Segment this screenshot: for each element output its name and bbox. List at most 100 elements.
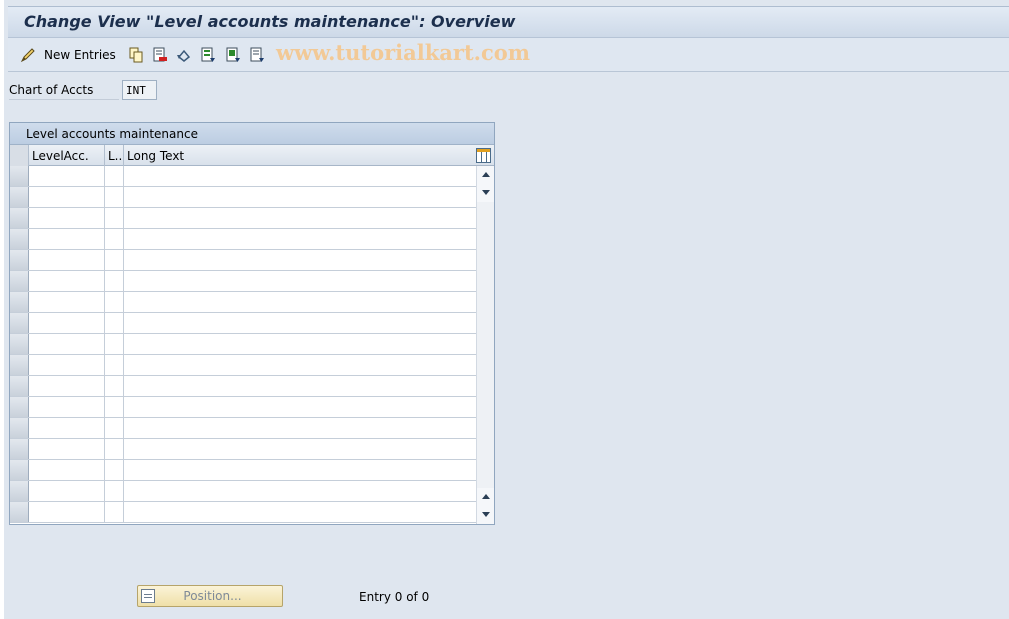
copy-icon[interactable] bbox=[128, 47, 144, 63]
table-settings-icon[interactable] bbox=[476, 148, 491, 163]
cell-long-text[interactable] bbox=[124, 250, 476, 270]
row-select-button[interactable] bbox=[10, 208, 29, 228]
cell-long-text[interactable] bbox=[124, 439, 476, 459]
row-select-button[interactable] bbox=[10, 166, 29, 186]
cell-l[interactable] bbox=[105, 313, 124, 333]
row-select-button[interactable] bbox=[10, 439, 29, 459]
row-select-button[interactable] bbox=[10, 292, 29, 312]
cell-levelacc[interactable] bbox=[29, 397, 105, 417]
cell-long-text[interactable] bbox=[124, 397, 476, 417]
position-icon bbox=[141, 589, 155, 603]
delete-icon[interactable] bbox=[152, 47, 168, 63]
cell-long-text[interactable] bbox=[124, 376, 476, 396]
position-button[interactable]: Position... bbox=[137, 585, 283, 607]
table-title: Level accounts maintenance bbox=[10, 123, 494, 145]
scroll-down-button[interactable] bbox=[477, 184, 494, 201]
cell-long-text[interactable] bbox=[124, 271, 476, 291]
position-button-label: Position... bbox=[183, 589, 242, 603]
cell-levelacc[interactable] bbox=[29, 502, 105, 522]
table-rows bbox=[10, 166, 476, 523]
column-header-levelacc[interactable]: LevelAcc. bbox=[29, 145, 105, 166]
cell-long-text[interactable] bbox=[124, 208, 476, 228]
cell-l[interactable] bbox=[105, 187, 124, 207]
cell-l[interactable] bbox=[105, 418, 124, 438]
cell-l[interactable] bbox=[105, 250, 124, 270]
cell-l[interactable] bbox=[105, 292, 124, 312]
cell-long-text[interactable] bbox=[124, 313, 476, 333]
deselect-all-icon[interactable] bbox=[249, 47, 265, 63]
cell-levelacc[interactable] bbox=[29, 481, 105, 501]
cell-levelacc[interactable] bbox=[29, 439, 105, 459]
table-row bbox=[10, 166, 476, 187]
cell-l[interactable] bbox=[105, 166, 124, 186]
select-all-icon[interactable] bbox=[200, 47, 216, 63]
cell-levelacc[interactable] bbox=[29, 292, 105, 312]
cell-l[interactable] bbox=[105, 334, 124, 354]
cell-l[interactable] bbox=[105, 481, 124, 501]
vertical-scrollbar[interactable] bbox=[476, 166, 494, 524]
row-select-button[interactable] bbox=[10, 376, 29, 396]
row-select-button[interactable] bbox=[10, 334, 29, 354]
cell-long-text[interactable] bbox=[124, 292, 476, 312]
cell-levelacc[interactable] bbox=[29, 418, 105, 438]
cell-levelacc[interactable] bbox=[29, 355, 105, 375]
cell-long-text[interactable] bbox=[124, 502, 476, 522]
scroll-up-button[interactable] bbox=[477, 166, 494, 183]
scroll-page-down-button[interactable] bbox=[477, 506, 494, 523]
column-header-l[interactable]: L.. bbox=[105, 145, 124, 166]
cell-l[interactable] bbox=[105, 502, 124, 522]
cell-levelacc[interactable] bbox=[29, 208, 105, 228]
cell-levelacc[interactable] bbox=[29, 229, 105, 249]
cell-l[interactable] bbox=[105, 229, 124, 249]
row-select-button[interactable] bbox=[10, 250, 29, 270]
cell-levelacc[interactable] bbox=[29, 313, 105, 333]
scroll-page-up-button[interactable] bbox=[477, 488, 494, 505]
cell-l[interactable] bbox=[105, 271, 124, 291]
cell-long-text[interactable] bbox=[124, 355, 476, 375]
cell-l[interactable] bbox=[105, 397, 124, 417]
table-row bbox=[10, 439, 476, 460]
column-header-long-text[interactable]: Long Text bbox=[124, 145, 476, 166]
cell-long-text[interactable] bbox=[124, 460, 476, 480]
cell-levelacc[interactable] bbox=[29, 250, 105, 270]
cell-levelacc[interactable] bbox=[29, 376, 105, 396]
cell-levelacc[interactable] bbox=[29, 460, 105, 480]
cell-l[interactable] bbox=[105, 376, 124, 396]
cell-long-text[interactable] bbox=[124, 481, 476, 501]
new-entries-button[interactable]: New Entries bbox=[20, 45, 116, 65]
row-select-button[interactable] bbox=[10, 271, 29, 291]
row-select-button[interactable] bbox=[10, 502, 29, 522]
cell-long-text[interactable] bbox=[124, 187, 476, 207]
cell-levelacc[interactable] bbox=[29, 334, 105, 354]
table-row bbox=[10, 355, 476, 376]
application-toolbar: New Entries www.tutorialkart.com bbox=[8, 38, 1009, 72]
table-row bbox=[10, 313, 476, 334]
cell-l[interactable] bbox=[105, 460, 124, 480]
arrow-up-icon bbox=[481, 494, 490, 499]
undo-icon[interactable] bbox=[176, 47, 192, 63]
cell-levelacc[interactable] bbox=[29, 187, 105, 207]
cell-long-text[interactable] bbox=[124, 418, 476, 438]
cell-l[interactable] bbox=[105, 355, 124, 375]
row-select-button[interactable] bbox=[10, 313, 29, 333]
cell-levelacc[interactable] bbox=[29, 271, 105, 291]
cell-l[interactable] bbox=[105, 208, 124, 228]
select-block-icon[interactable] bbox=[225, 47, 241, 63]
scroll-track[interactable] bbox=[477, 202, 494, 488]
table-row bbox=[10, 271, 476, 292]
cell-l[interactable] bbox=[105, 439, 124, 459]
row-select-button[interactable] bbox=[10, 187, 29, 207]
row-select-button[interactable] bbox=[10, 481, 29, 501]
cell-long-text[interactable] bbox=[124, 229, 476, 249]
row-select-button[interactable] bbox=[10, 460, 29, 480]
arrow-up-icon bbox=[481, 172, 490, 177]
chart-of-accounts-field[interactable]: INT bbox=[122, 80, 157, 100]
cell-levelacc[interactable] bbox=[29, 166, 105, 186]
row-select-button[interactable] bbox=[10, 418, 29, 438]
row-select-button[interactable] bbox=[10, 397, 29, 417]
row-select-button[interactable] bbox=[10, 229, 29, 249]
cell-long-text[interactable] bbox=[124, 334, 476, 354]
row-select-button[interactable] bbox=[10, 355, 29, 375]
cell-long-text[interactable] bbox=[124, 166, 476, 186]
select-all-rows-button[interactable] bbox=[10, 145, 29, 166]
